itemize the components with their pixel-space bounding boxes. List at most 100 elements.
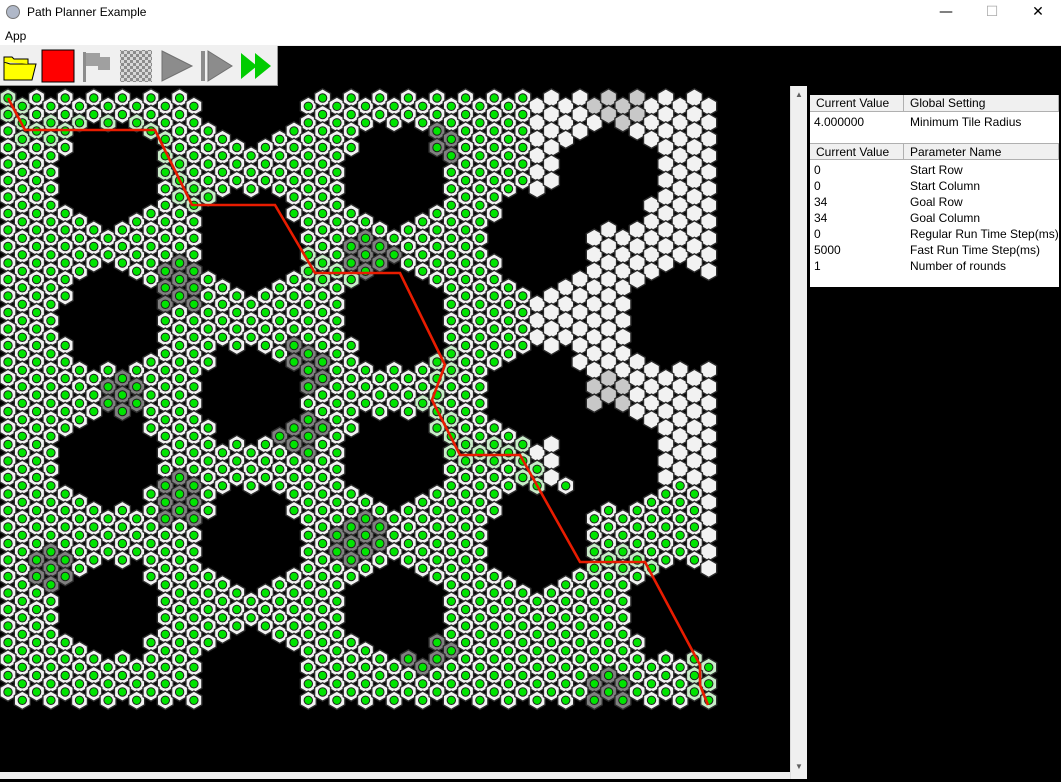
parameter-row[interactable]: 5000 Fast Run Time Step(ms): [810, 242, 1059, 258]
hex-tile: [614, 294, 632, 315]
scroll-down-icon[interactable]: ▼: [794, 762, 804, 772]
node-dot: [460, 109, 471, 120]
node-dot: [46, 382, 56, 392]
horizontal-scrollbar[interactable]: [0, 772, 790, 779]
node-dot: [489, 175, 499, 186]
node-dot: [275, 134, 285, 145]
node-dot: [31, 208, 42, 219]
node-dot: [332, 613, 342, 623]
node-dot: [375, 373, 385, 384]
flag-icon: [83, 52, 110, 82]
vertical-scrollbar[interactable]: ▲ ▼: [790, 86, 807, 779]
node-dot: [475, 596, 485, 606]
node-dot: [460, 538, 471, 549]
menu-app[interactable]: App: [5, 29, 26, 43]
step-button[interactable]: [198, 48, 234, 84]
global-name-header[interactable]: Global Setting: [904, 95, 1059, 112]
node-dot: [661, 670, 671, 681]
node-dot: [74, 679, 85, 689]
node-dot: [317, 555, 328, 565]
node-dot: [346, 670, 356, 681]
open-folder-button[interactable]: [2, 48, 38, 84]
node-dot: [174, 340, 185, 351]
parameter-row[interactable]: 1 Number of rounds: [810, 258, 1059, 274]
node-dot: [203, 472, 213, 483]
node-dot: [432, 670, 442, 681]
node-dot: [189, 431, 199, 441]
node-dot: [532, 629, 542, 639]
parameter-name-header[interactable]: Parameter Name: [904, 143, 1059, 160]
toggle-grid-button[interactable]: [118, 48, 154, 84]
node-dot: [489, 472, 499, 483]
node-dot: [117, 406, 128, 417]
node-dot: [561, 679, 571, 689]
set-goal-button[interactable]: [78, 48, 114, 84]
node-dot: [403, 241, 414, 252]
parameter-row[interactable]: 0 Start Column: [810, 178, 1059, 194]
fast-run-button[interactable]: [238, 48, 274, 84]
parameter-name: Start Row: [910, 163, 963, 177]
global-value-header[interactable]: Current Value: [810, 95, 904, 112]
minimize-button[interactable]: —: [923, 0, 969, 26]
node-dot: [17, 448, 27, 458]
node-dot: [189, 662, 199, 672]
node-dot: [546, 621, 557, 631]
node-dot: [117, 93, 128, 103]
node-dot: [689, 505, 700, 516]
node-dot: [332, 563, 342, 573]
node-dot: [17, 283, 27, 293]
node-dot: [503, 613, 514, 623]
node-dot: [132, 101, 142, 112]
node-dot: [217, 464, 228, 474]
node-dot: [160, 349, 171, 359]
node-dot: [146, 241, 156, 252]
scroll-up-icon[interactable]: ▲: [794, 90, 804, 100]
node-dot: [475, 349, 485, 359]
global-setting-row[interactable]: 4.000000 Minimum Tile Radius: [810, 114, 1059, 130]
parameter-name: Start Column: [910, 179, 981, 193]
node-dot: [289, 505, 299, 516]
node-dot: [17, 167, 27, 178]
close-button[interactable]: ✕: [1015, 0, 1061, 26]
node-dot: [89, 406, 99, 417]
node-dot: [589, 514, 599, 524]
node-dot: [89, 670, 99, 681]
node-dot: [3, 324, 13, 334]
node-dot: [46, 464, 56, 474]
node-dot: [303, 497, 313, 507]
parameter-row[interactable]: 34 Goal Row: [810, 194, 1059, 210]
parameter-row[interactable]: 0 Start Row: [810, 162, 1059, 178]
node-dot: [589, 596, 599, 606]
global-settings-header: Current Value Global Setting: [810, 95, 1059, 113]
node-dot: [160, 382, 171, 392]
node-dot: [618, 580, 628, 590]
node-dot: [475, 365, 485, 375]
node-dot: [60, 522, 70, 532]
node-dot: [74, 497, 85, 507]
node-dot: [174, 621, 185, 631]
parameter-row[interactable]: 0 Regular Run Time Step(ms): [810, 226, 1059, 242]
hex-map: [0, 87, 718, 711]
parameter-row[interactable]: 34 Goal Column: [810, 210, 1059, 226]
node-dot: [160, 266, 171, 276]
parameter-value-header[interactable]: Current Value: [810, 143, 904, 160]
node-dot: [346, 241, 356, 252]
maximize-button[interactable]: ☐: [969, 0, 1015, 26]
run-button[interactable]: [158, 48, 194, 84]
node-dot: [46, 134, 56, 145]
node-dot: [475, 481, 485, 491]
node-dot: [346, 340, 356, 351]
node-dot: [174, 604, 185, 615]
node-dot: [160, 464, 171, 474]
node-dot: [532, 646, 542, 656]
node-dot: [17, 398, 27, 408]
node-dot: [160, 547, 171, 557]
node-dot: [160, 497, 171, 507]
node-dot: [232, 588, 242, 598]
map-canvas[interactable]: [0, 86, 790, 779]
node-dot: [375, 505, 385, 516]
stop-button[interactable]: [40, 48, 76, 84]
node-dot: [132, 250, 142, 260]
node-dot: [575, 637, 585, 648]
node-dot: [632, 687, 642, 697]
